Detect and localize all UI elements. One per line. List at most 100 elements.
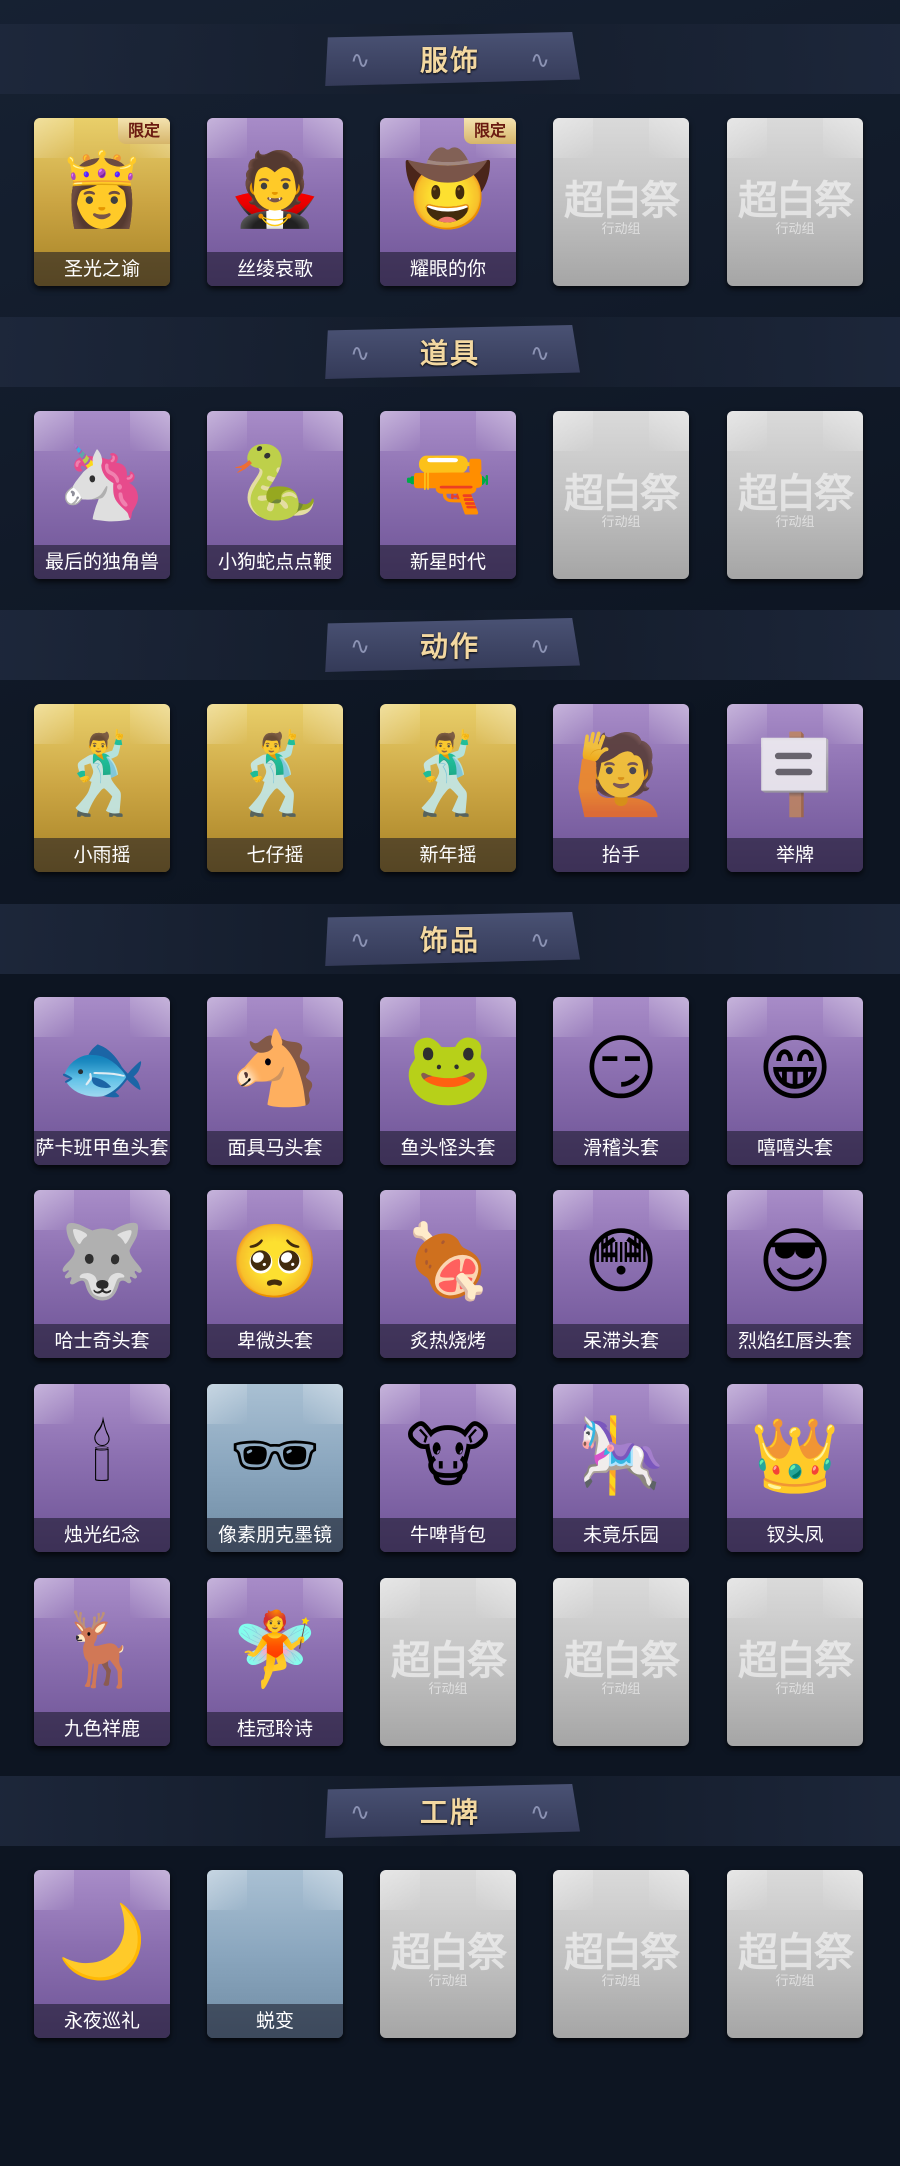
yellow-mask-icon: 😎 (757, 1219, 833, 1303)
limited-badge: 限定 (464, 118, 516, 144)
item-label: 最后的独角兽 (34, 545, 170, 579)
item-card[interactable]: 🐴 面具马头套 (207, 997, 343, 1165)
amusement-doll-icon: 🎠 (576, 1413, 666, 1497)
placeholder-subtitle: 行动组 (601, 222, 641, 237)
item-card[interactable]: 🦄 最后的独角兽 (34, 411, 170, 579)
corner-ornament (553, 1870, 593, 1910)
section-title: 服饰 (419, 44, 480, 77)
corner-ornament (649, 1870, 689, 1910)
item-card[interactable]: 🙋 抬手 (553, 704, 689, 872)
item-label: 七仔摇 (207, 838, 343, 872)
locked-item-card[interactable]: 超白祭 行动组 (553, 118, 689, 286)
corner-ornament (727, 411, 767, 451)
blonde-doll-icon: 👸 (57, 147, 147, 231)
locked-item-card[interactable]: 超白祭 行动组 (553, 1578, 689, 1746)
item-card[interactable]: 🦌 九色祥鹿 (34, 1578, 170, 1746)
corner-ornament (727, 1870, 767, 1910)
item-card[interactable]: 🎠 未竟乐园 (553, 1384, 689, 1552)
item-card[interactable]: 🐺 哈士奇头套 (34, 1190, 170, 1358)
cowgirl-doll-icon: 🤠 (403, 147, 493, 231)
dance-pose-icon: 🕺 (399, 730, 497, 820)
item-card[interactable]: 😎 烈焰红唇头套 (727, 1190, 863, 1358)
locked-item-card[interactable]: 超白祭 行动组 (380, 1870, 516, 2038)
section-banner: ∿ 服饰 ∿ (320, 32, 580, 86)
snake-whip-icon: 🐍 (230, 440, 320, 524)
item-label: 新年摇 (380, 838, 516, 872)
item-card[interactable]: 🍖 炙热烧烤 (380, 1190, 516, 1358)
item-card[interactable]: 🧛 丝绫哀歌 (207, 118, 343, 286)
corner-ornament (476, 1578, 516, 1618)
item-label: 耀眼的你 (380, 252, 516, 286)
locked-item-card[interactable]: 超白祭 行动组 (727, 411, 863, 579)
placeholder-subtitle: 行动组 (428, 1682, 468, 1697)
candle-icon: 🕯 (91, 1413, 113, 1497)
item-label: 面具马头套 (207, 1131, 343, 1165)
corner-ornament (727, 118, 767, 158)
item-label: 滑稽头套 (553, 1131, 689, 1165)
locked-item-card[interactable]: 超白祭 行动组 (727, 118, 863, 286)
item-card[interactable]: 🕯 烛光纪念 (34, 1384, 170, 1552)
swirl-ornament-icon: ∿ (529, 632, 550, 660)
locked-item-card[interactable]: 超白祭 行动组 (553, 1870, 689, 2038)
item-card[interactable]: 😏 滑稽头套 (553, 997, 689, 1165)
placeholder-subtitle: 行动组 (775, 1682, 815, 1697)
corner-ornament (649, 1578, 689, 1618)
swirl-ornament-icon: ∿ (350, 1798, 371, 1826)
blank-emoji-icon: 😳 (583, 1219, 659, 1303)
item-card[interactable]: 🕺 新年摇 (380, 704, 516, 872)
dance-pose-icon: 🕺 (226, 730, 324, 820)
item-card[interactable]: 🐮 牛啤背包 (380, 1384, 516, 1552)
item-label: 鱼头怪头套 (380, 1131, 516, 1165)
swirl-ornament-icon: ∿ (529, 46, 550, 74)
placeholder-subtitle: 行动组 (775, 515, 815, 530)
section-title: 饰品 (419, 924, 480, 957)
item-card[interactable]: 🐍 小狗蛇点点鞭 (207, 411, 343, 579)
swirl-ornament-icon: ∿ (529, 926, 550, 954)
placeholder-subtitle: 行动组 (601, 1682, 641, 1697)
item-label: 烛光纪念 (34, 1518, 170, 1552)
item-card[interactable]: 🧚 桂冠聆诗 (207, 1578, 343, 1746)
section-banner: ∿ 饰品 ∿ (320, 912, 580, 966)
swirl-ornament-icon: ∿ (529, 1798, 550, 1826)
limited-badge: 限定 (118, 118, 170, 144)
corner-ornament (553, 118, 593, 158)
item-label: 小雨摇 (34, 838, 170, 872)
item-card[interactable]: 🌙 永夜巡礼 (34, 1870, 170, 2038)
placeholder-subtitle: 行动组 (428, 1974, 468, 1989)
item-card[interactable]: 🕺 小雨摇 (34, 704, 170, 872)
locked-item-card[interactable]: 超白祭 行动组 (727, 1870, 863, 2038)
item-label: 小狗蛇点点鞭 (207, 545, 343, 579)
locked-item-card[interactable]: 超白祭 行动组 (380, 1578, 516, 1746)
locked-item-card[interactable]: 超白祭 行动组 (553, 411, 689, 579)
item-card[interactable]: 🔫 新星时代 (380, 411, 516, 579)
corner-ornament (553, 1578, 593, 1618)
horse-head-icon: 🐴 (230, 1026, 320, 1110)
corner-ornament (649, 411, 689, 451)
item-card[interactable]: 👸 圣光之谕 限定 (34, 118, 170, 286)
bbq-meat-icon: 🍖 (403, 1219, 493, 1303)
item-card[interactable]: 👑 钗头凤 (727, 1384, 863, 1552)
item-card[interactable]: 😳 呆滞头套 (553, 1190, 689, 1358)
item-card[interactable]: 🕶 像素朋克墨镜 (207, 1384, 343, 1552)
item-card[interactable]: 😁 嘻嘻头套 (727, 997, 863, 1165)
locked-item-card[interactable]: 超白祭 行动组 (727, 1578, 863, 1746)
item-label: 哈士奇头套 (34, 1324, 170, 1358)
item-label: 九色祥鹿 (34, 1712, 170, 1746)
placeholder-subtitle: 行动组 (775, 1974, 815, 1989)
item-card[interactable]: 🥺 卑微头套 (207, 1190, 343, 1358)
corner-ornament (649, 118, 689, 158)
item-label: 永夜巡礼 (34, 2004, 170, 2038)
hold-sign-pose-icon: 🪧 (746, 730, 844, 820)
dance-pose-icon: 🕺 (53, 730, 151, 820)
item-label: 抬手 (553, 838, 689, 872)
phoenix-hairpin-icon: 👑 (750, 1413, 840, 1497)
item-card[interactable]: 蜕变 (207, 1870, 343, 2038)
section-title: 动作 (419, 630, 480, 663)
item-card[interactable]: 🪧 举牌 (727, 704, 863, 872)
cow-beer-backpack-icon: 🐮 (405, 1413, 491, 1497)
item-card[interactable]: 🤠 耀眼的你 限定 (380, 118, 516, 286)
item-card[interactable]: 🐸 鱼头怪头套 (380, 997, 516, 1165)
item-card[interactable]: 🕺 七仔摇 (207, 704, 343, 872)
item-card[interactable]: 🐟 萨卡班甲鱼头套 (34, 997, 170, 1165)
section-title: 工牌 (419, 1796, 480, 1829)
